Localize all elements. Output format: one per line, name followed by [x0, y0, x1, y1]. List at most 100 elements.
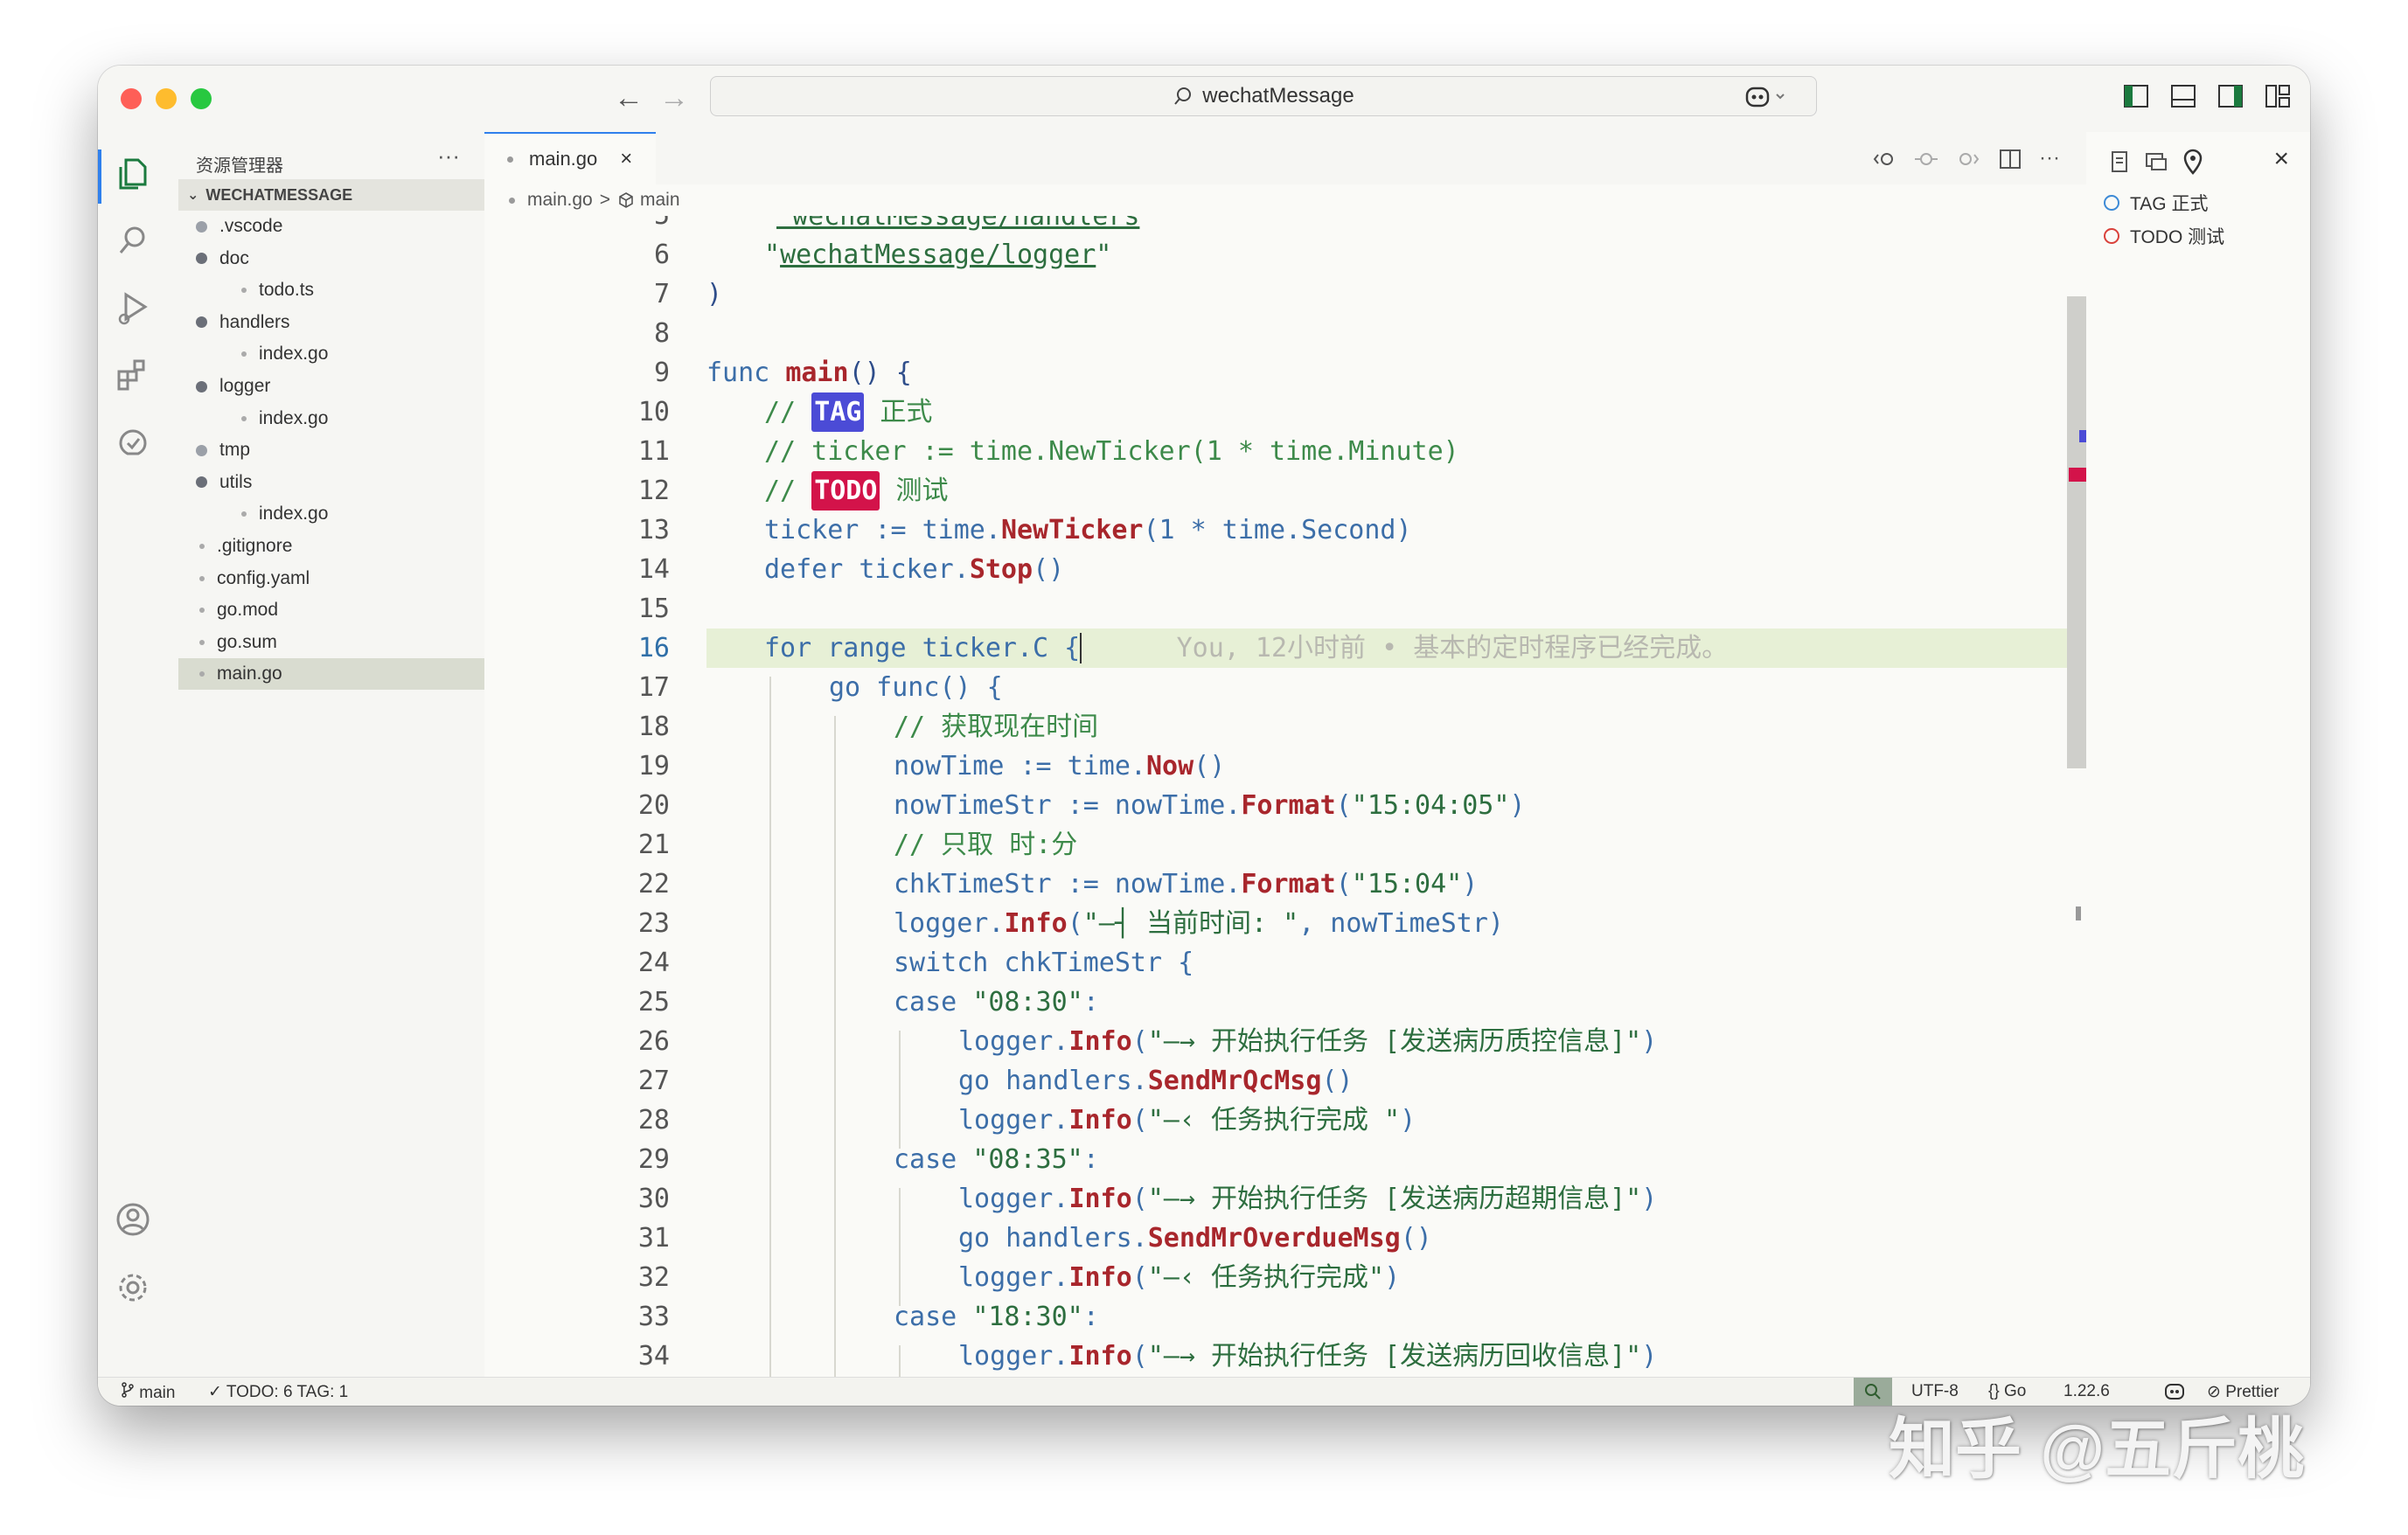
breadcrumb-file[interactable]: main.go [527, 190, 593, 211]
scroll-marker [2076, 906, 2081, 920]
breadcrumb-symbol[interactable]: main [640, 190, 680, 211]
run-debug-icon[interactable] [114, 289, 152, 328]
notes-icon[interactable] [2107, 149, 2132, 174]
search-sidebar-icon[interactable] [114, 221, 152, 260]
line-number: 12 [637, 476, 670, 506]
tree-item-label: .gitignore [217, 536, 293, 556]
tree-item[interactable]: .vscode [178, 211, 484, 242]
command-center-search[interactable]: wechatMessage [710, 76, 1817, 116]
line-number: 21 [637, 830, 670, 860]
breadcrumb-separator: > [599, 190, 610, 210]
tree-item[interactable]: go.mod [178, 594, 484, 626]
more-actions-icon[interactable]: ··· [437, 142, 460, 170]
code-line-25: case "08:30": [894, 987, 1099, 1018]
code-line-26: logger.Info("—→ 开始执行任务 [发送病历质控信息]") [958, 1026, 1658, 1057]
explorer-icon[interactable] [114, 155, 152, 193]
extensions-icon[interactable] [114, 356, 152, 394]
todo-marker [2069, 468, 2086, 482]
todo-count-status[interactable]: ✓ TODO: 6 TAG: 1 [208, 1382, 348, 1402]
code-line-14: defer ticker.Stop() [764, 554, 1065, 585]
code-line-28: logger.Info("—‹ 任务执行完成 ") [958, 1105, 1416, 1136]
tree-item[interactable]: main.go [178, 658, 484, 691]
back-arrow-icon[interactable]: ← [614, 81, 644, 115]
tree-item-label: .vscode [219, 216, 283, 236]
close-tab-icon[interactable]: × [620, 147, 632, 171]
code-editor[interactable]: 5 6 7 8 9 10 11 12 13 14 15 16 17 18 19 20 21 22 23 24 25 26 2… [484, 216, 2086, 1388]
zoom-search-status[interactable] [1854, 1378, 1892, 1406]
comment-icon[interactable] [2144, 149, 2168, 174]
code-line-18: // 获取现在时间 [894, 712, 1099, 742]
toggle-secondary-sidebar-icon[interactable] [2217, 83, 2244, 109]
tree-item[interactable]: handlers [178, 307, 484, 338]
settings-gear-icon[interactable] [114, 1268, 152, 1307]
code-line-32: logger.Info("—‹ 任务执行完成") [958, 1262, 1401, 1293]
line-number: 19 [637, 751, 670, 781]
file-dot-icon [199, 575, 205, 581]
line-number: 32 [637, 1262, 670, 1293]
copilot-icon[interactable] [1743, 83, 1789, 111]
tree-item[interactable]: doc [178, 243, 484, 274]
timeline-back-icon[interactable] [1871, 146, 1897, 172]
todo-tree-item-todo[interactable]: TODO 测试 [2104, 223, 2224, 249]
account-icon[interactable] [114, 1200, 152, 1239]
tab-main-go[interactable]: main.go × [484, 132, 656, 184]
code-line-22: chkTimeStr := nowTime.Format("15:04") [894, 869, 1479, 899]
editor-line: 12 [484, 471, 2086, 511]
git-branch-icon [122, 1382, 134, 1398]
code-line-17: go func() { [829, 672, 1003, 703]
split-editor-icon[interactable] [1997, 146, 2023, 172]
editor-more-icon[interactable]: ··· [2039, 146, 2060, 172]
code-line-5: "wechatMessage/handlers [776, 216, 1140, 232]
customize-layout-icon[interactable] [2265, 83, 2291, 109]
tree-item[interactable]: index.go [178, 403, 484, 434]
todo-tree-panel: × TAG 正式 TODO 测试 [2086, 132, 2310, 1388]
branch-status[interactable]: main [121, 1382, 175, 1403]
tree-item[interactable]: .gitignore [178, 531, 484, 562]
tree-item-label: main.go [217, 663, 282, 684]
indent-guide [769, 677, 771, 1388]
tree-item[interactable]: tmp [178, 434, 484, 466]
line-number: 28 [637, 1105, 670, 1136]
forward-arrow-icon[interactable]: → [659, 81, 689, 115]
tree-item[interactable]: config.yaml [178, 563, 484, 594]
toggle-primary-sidebar-icon[interactable] [2123, 83, 2149, 109]
tag-marker [2079, 430, 2086, 442]
location-pin-icon[interactable] [2181, 148, 2205, 176]
search-text: wechatMessage [1202, 84, 1354, 108]
workspace-name: WECHATMESSAGE [205, 185, 353, 204]
line-number: 11 [637, 436, 670, 467]
close-window-button[interactable] [121, 88, 142, 109]
tree-item[interactable]: go.sum [178, 627, 484, 658]
workspace-header[interactable]: ⌄ WECHATMESSAGE [178, 179, 484, 211]
minimize-window-button[interactable] [156, 88, 177, 109]
editor-line: 5 [484, 216, 2086, 235]
code-line-31: go handlers.SendMrOverdueMsg() [958, 1223, 1432, 1254]
timeline-forward-icon[interactable] [1955, 146, 1981, 172]
todo-badge: TODO [811, 471, 880, 511]
explorer-title: 资源管理器 [196, 156, 283, 176]
line-number: 14 [637, 554, 670, 585]
toggle-panel-icon[interactable] [2170, 83, 2196, 109]
tree-item[interactable]: index.go [178, 498, 484, 530]
tree-item[interactable]: utils [178, 467, 484, 498]
tree-item[interactable]: index.go [178, 338, 484, 370]
code-line-12: // TODO 测试 [764, 471, 949, 511]
code-line-27: go handlers.SendMrQcMsg() [958, 1066, 1354, 1096]
line-number: 31 [637, 1223, 670, 1254]
code-line-21: // 只取 时:分 [894, 830, 1078, 860]
timeline-dot-icon[interactable] [1913, 146, 1939, 172]
symbol-cube-icon [619, 192, 633, 208]
editor-line: 18 [484, 707, 2086, 747]
remote-explorer-icon[interactable] [114, 424, 152, 462]
vertical-scrollbar[interactable] [2067, 296, 2086, 768]
code-line-33: case "18:30": [894, 1302, 1099, 1332]
tree-item[interactable]: logger [178, 371, 484, 402]
tag-badge: TAG [811, 392, 865, 432]
close-panel-icon[interactable]: × [2273, 144, 2289, 174]
zoom-window-button[interactable] [191, 88, 212, 109]
editor-line: 10 [484, 392, 2086, 432]
code-line-9: func main() { [706, 358, 912, 388]
todo-tree-item-tag[interactable]: TAG 正式 [2104, 190, 2208, 216]
file-dot-icon [241, 288, 247, 294]
tree-item[interactable]: todo.ts [178, 274, 484, 306]
